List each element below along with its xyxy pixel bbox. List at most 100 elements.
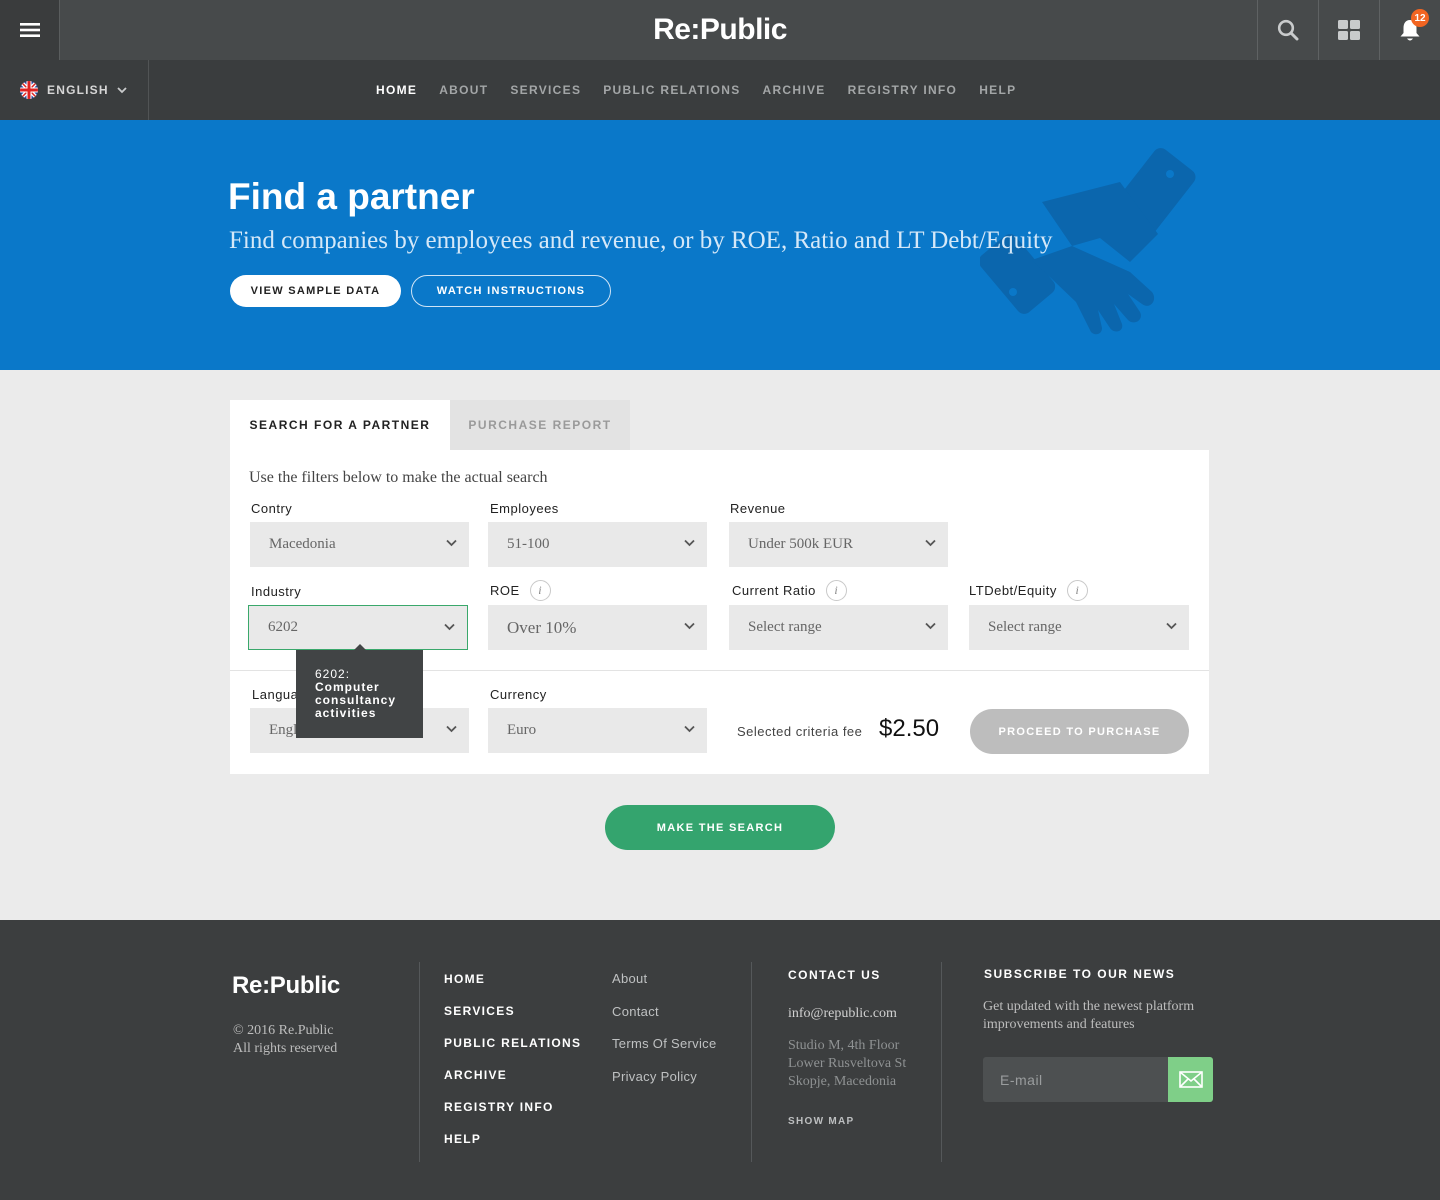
- chevron-down-icon: [444, 623, 455, 631]
- nav-public-relations[interactable]: PUBLIC RELATIONS: [603, 83, 740, 97]
- footer-link-about[interactable]: About: [612, 971, 716, 988]
- tooltip-text: Computer consultancy activities: [315, 680, 397, 720]
- make-the-search-button[interactable]: MAKE THE SEARCH: [605, 805, 835, 850]
- nav-registry-info[interactable]: REGISTRY INFO: [848, 83, 958, 97]
- footer-divider: [419, 962, 420, 1162]
- chevron-down-icon: [684, 539, 695, 547]
- footer-nav-registry-info[interactable]: REGISTRY INFO: [444, 1100, 581, 1115]
- tab-purchase-report[interactable]: PURCHASE REPORT: [450, 400, 630, 450]
- view-sample-data-button[interactable]: VIEW SAMPLE DATA: [230, 275, 401, 307]
- info-icon[interactable]: i: [1066, 580, 1088, 601]
- footer: Re:Public © 2016 Re.Public All rights re…: [0, 920, 1440, 1200]
- currency-label: Currency: [490, 687, 547, 702]
- footer-nav-services[interactable]: SERVICES: [444, 1004, 581, 1019]
- nav-home[interactable]: HOME: [376, 83, 417, 97]
- tab-search-partner[interactable]: SEARCH FOR A PARTNER: [230, 400, 450, 450]
- ltdebt-label: LTDebt/Equity i: [969, 580, 1088, 601]
- employees-label-text: Employees: [490, 501, 559, 516]
- revenue-value: Under 500k EUR: [748, 536, 853, 552]
- country-value: Macedonia: [269, 536, 336, 552]
- subscribe-text: Get updated with the newest platform imp…: [983, 999, 1195, 1032]
- fee-label: Selected criteria fee: [737, 724, 863, 739]
- info-icon[interactable]: i: [529, 580, 551, 601]
- footer-copyright: © 2016 Re.Public All rights reserved: [233, 1022, 337, 1058]
- revenue-select[interactable]: Under 500k EUR: [729, 522, 948, 567]
- footer-nav-help[interactable]: HELP: [444, 1132, 581, 1147]
- footer-nav-archive[interactable]: ARCHIVE: [444, 1068, 581, 1083]
- roe-value: Over 10%: [507, 617, 577, 637]
- search-button[interactable]: [1257, 0, 1318, 60]
- revenue-label: Revenue: [730, 501, 786, 516]
- footer-logo[interactable]: Re:Public: [232, 972, 340, 1000]
- employees-value: 51-100: [507, 536, 550, 552]
- show-map-link[interactable]: SHOW MAP: [788, 1116, 855, 1127]
- subscribe-button[interactable]: [1168, 1057, 1213, 1102]
- currency-select[interactable]: Euro: [488, 708, 707, 753]
- country-label-text: Contry: [251, 501, 293, 516]
- notification-badge: 12: [1411, 9, 1429, 27]
- contact-email[interactable]: info@republic.com: [788, 1006, 897, 1022]
- footer-link-contact[interactable]: Contact: [612, 1004, 716, 1021]
- current-ratio-select[interactable]: Select range: [729, 605, 948, 650]
- ltdebt-select[interactable]: Select range: [969, 605, 1189, 650]
- nav-bar: ENGLISH HOME ABOUT SERVICES PUBLIC RELAT…: [0, 60, 1440, 120]
- apps-button[interactable]: [1318, 0, 1379, 60]
- employees-select[interactable]: 51-100: [488, 522, 707, 567]
- footer-nav-home[interactable]: HOME: [444, 972, 581, 987]
- footer-link-terms[interactable]: Terms Of Service: [612, 1036, 716, 1053]
- chevron-down-icon: [446, 725, 457, 733]
- nav-help[interactable]: HELP: [979, 83, 1016, 97]
- industry-label: Industry: [251, 584, 301, 599]
- nav-archive[interactable]: ARCHIVE: [763, 83, 826, 97]
- footer-divider: [941, 962, 942, 1162]
- main-nav: HOME ABOUT SERVICES PUBLIC RELATIONS ARC…: [376, 60, 1016, 120]
- roe-label: ROE i: [490, 580, 551, 601]
- info-icon[interactable]: i: [825, 580, 847, 601]
- proceed-to-purchase-button[interactable]: PROCEED TO PURCHASE: [970, 709, 1189, 754]
- ltdebt-value: Select range: [988, 619, 1062, 635]
- top-bar: Re:Public 12: [0, 0, 1440, 60]
- revenue-label-text: Revenue: [730, 501, 786, 516]
- current-ratio-label-text: Current Ratio: [732, 583, 816, 598]
- address-line: Studio M, 4th Floor: [788, 1038, 900, 1053]
- chevron-down-icon: [446, 539, 457, 547]
- currency-value: Euro: [507, 722, 537, 738]
- current-ratio-label: Current Ratio i: [732, 580, 847, 601]
- footer-nav-public-relations[interactable]: PUBLIC RELATIONS: [444, 1036, 581, 1051]
- menu-icon: [19, 23, 40, 37]
- contact-address: Studio M, 4th Floor Lower Rusveltova St …: [788, 1037, 906, 1091]
- menu-button[interactable]: [0, 0, 60, 60]
- chevron-down-icon: [925, 539, 936, 547]
- notifications-button[interactable]: 12: [1379, 0, 1440, 60]
- chevron-down-icon: [117, 86, 127, 93]
- watch-instructions-button[interactable]: WATCH INSTRUCTIONS: [411, 275, 611, 307]
- roe-label-text: ROE: [490, 583, 520, 598]
- language-value: Engl: [269, 722, 298, 738]
- language-field-label-text: Langua: [252, 687, 299, 702]
- hero-subtitle: Find companies by employees and revenue,…: [229, 227, 1053, 254]
- current-ratio-value: Select range: [748, 619, 822, 635]
- footer-links: About Contact Terms Of Service Privacy P…: [612, 971, 716, 1085]
- email-placeholder: E-mail: [1000, 1071, 1043, 1088]
- hero-banner: Find a partner Find companies by employe…: [0, 120, 1440, 370]
- nav-about[interactable]: ABOUT: [439, 83, 488, 97]
- footer-divider: [751, 962, 752, 1162]
- email-input[interactable]: E-mail: [983, 1057, 1168, 1102]
- currency-label-text: Currency: [490, 687, 547, 702]
- top-icons: 12: [1257, 0, 1440, 60]
- subscribe-heading: SUBSCRIBE TO OUR NEWS: [984, 967, 1176, 981]
- footer-link-privacy[interactable]: Privacy Policy: [612, 1069, 716, 1086]
- roe-select[interactable]: Over 10%: [488, 605, 707, 650]
- copyright-text: © 2016 Re.Public: [233, 1023, 334, 1038]
- country-label: Contry: [251, 501, 292, 516]
- uk-flag-icon: [20, 81, 38, 99]
- contact-heading: CONTACT US: [788, 968, 881, 982]
- address-line: Skopje, Macedonia: [788, 1074, 897, 1089]
- search-icon: [1277, 19, 1299, 41]
- site-logo[interactable]: Re:Public: [0, 0, 1440, 60]
- country-select[interactable]: Macedonia: [250, 522, 469, 567]
- nav-services[interactable]: SERVICES: [510, 83, 581, 97]
- footer-nav: HOME SERVICES PUBLIC RELATIONS ARCHIVE R…: [444, 972, 581, 1147]
- industry-label-text: Industry: [251, 584, 302, 599]
- language-selector[interactable]: ENGLISH: [0, 60, 149, 120]
